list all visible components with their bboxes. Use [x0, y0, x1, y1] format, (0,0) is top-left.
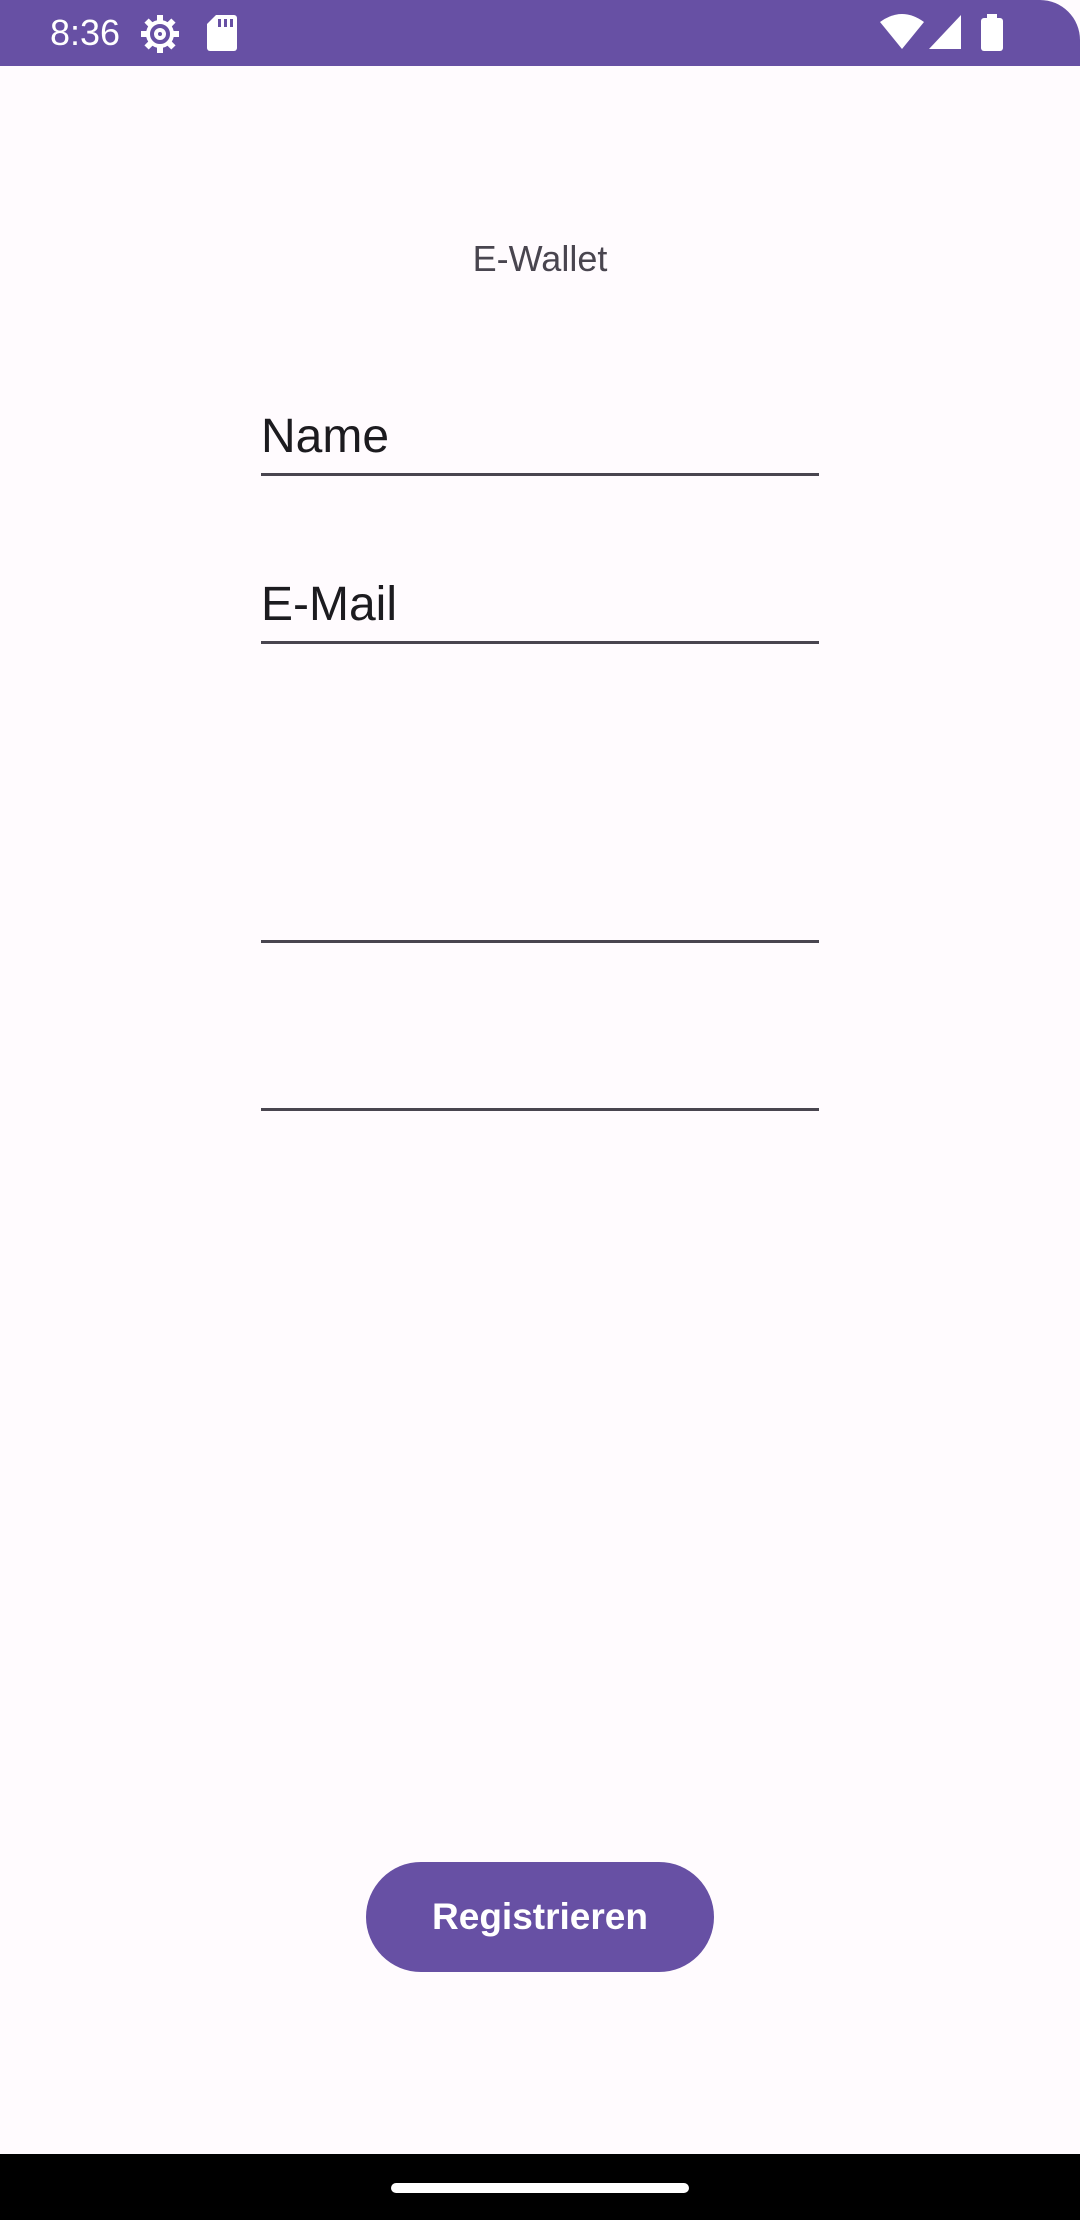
name-input[interactable]: [261, 407, 819, 467]
name-field[interactable]: [261, 403, 819, 476]
wifi-icon: [880, 14, 924, 49]
status-time: 8:36: [50, 12, 121, 53]
password-input[interactable]: [261, 874, 819, 934]
confirm-password-field[interactable]: [261, 1038, 819, 1111]
email-field[interactable]: [261, 571, 819, 644]
app-title: E-Wallet: [472, 238, 608, 279]
sd-card-icon: [207, 15, 237, 51]
confirm-password-input[interactable]: [261, 1042, 819, 1102]
email-input[interactable]: [261, 575, 819, 635]
cell-signal-icon: [929, 15, 961, 49]
status-bar: 8:36: [0, 0, 1080, 66]
battery-icon: [981, 14, 1003, 51]
home-gesture-handle[interactable]: [391, 2183, 689, 2193]
register-button[interactable]: Registrieren: [366, 1862, 714, 1972]
settings-gear-icon: [141, 15, 179, 53]
password-field[interactable]: [261, 870, 819, 943]
